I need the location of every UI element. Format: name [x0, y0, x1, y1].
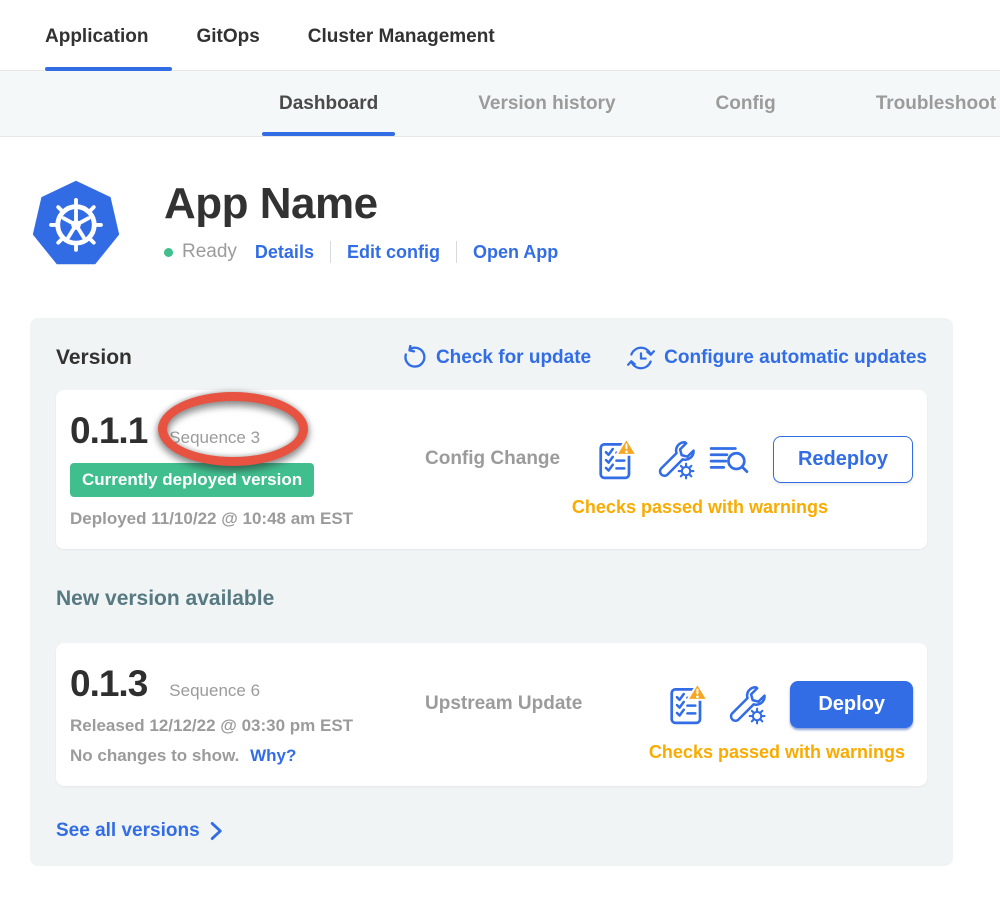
preflight-checklist-warning-icon[interactable] — [668, 682, 710, 726]
details-link[interactable]: Details — [255, 242, 314, 263]
kubernetes-logo-icon — [28, 175, 124, 271]
chevron-right-icon — [210, 821, 223, 841]
release-type-label: Upstream Update — [425, 693, 582, 715]
app-status: Ready — [182, 241, 237, 263]
app-tab-bar: Dashboard Version history Config Trouble… — [0, 71, 1000, 137]
admin-console-page: Application GitOps Cluster Management Da… — [0, 0, 1000, 898]
tab-version-history[interactable]: Version history — [478, 71, 615, 136]
see-all-versions-link[interactable]: See all versions — [56, 820, 223, 842]
available-version-number: 0.1.3 — [70, 663, 147, 704]
configure-automatic-updates-link[interactable]: Configure automatic updates — [627, 344, 927, 372]
why-link[interactable]: Why? — [250, 746, 296, 765]
wrench-gear-icon[interactable] — [724, 683, 766, 725]
ready-status-dot-icon — [164, 248, 173, 257]
new-version-available-heading: New version available — [56, 587, 927, 611]
tab-troubleshoot[interactable]: Troubleshoot — [876, 71, 996, 136]
available-version-sequence: Sequence 6 — [169, 681, 260, 701]
redeploy-button[interactable]: Redeploy — [773, 436, 913, 483]
deployed-timestamp: Deployed 11/10/22 @ 10:48 am EST — [70, 509, 425, 529]
release-type-label: Config Change — [425, 448, 560, 470]
current-version-card: 0.1.1 Sequence 3 Currently deployed vers… — [56, 390, 927, 549]
version-section: Version Check for update — [30, 318, 953, 866]
currently-deployed-badge: Currently deployed version — [70, 463, 314, 497]
nav-application[interactable]: Application — [45, 26, 148, 70]
refresh-icon — [400, 345, 427, 372]
released-timestamp: Released 12/12/22 @ 03:30 pm EST — [70, 716, 425, 736]
available-version-card: 0.1.3 Sequence 6 Released 12/12/22 @ 03:… — [56, 643, 927, 786]
preflight-checks-status: Checks passed with warnings — [649, 742, 905, 763]
no-changes-text: No changes to show. — [70, 746, 239, 765]
tab-config[interactable]: Config — [716, 71, 776, 136]
nav-gitops[interactable]: GitOps — [196, 26, 259, 70]
check-for-update-link[interactable]: Check for update — [400, 345, 591, 372]
tab-dashboard[interactable]: Dashboard — [279, 71, 378, 136]
scheduled-update-clock-icon — [627, 344, 655, 372]
view-diff-magnifier-icon[interactable] — [709, 441, 749, 477]
preflight-checks-status: Checks passed with warnings — [572, 497, 828, 518]
primary-nav: Application GitOps Cluster Management — [0, 0, 1000, 71]
nav-cluster-management[interactable]: Cluster Management — [308, 26, 495, 70]
page-title: App Name — [164, 179, 558, 229]
preflight-checklist-warning-icon[interactable] — [597, 437, 639, 481]
app-header: App Name Ready Details Edit config Open … — [28, 175, 1000, 271]
deploy-button[interactable]: Deploy — [790, 681, 913, 728]
version-section-title: Version — [56, 346, 132, 370]
current-version-number: 0.1.1 — [70, 410, 147, 451]
divider — [330, 241, 331, 263]
divider — [456, 241, 457, 263]
current-version-sequence: Sequence 3 — [169, 428, 260, 448]
wrench-gear-icon[interactable] — [653, 438, 695, 480]
open-app-link[interactable]: Open App — [473, 242, 558, 263]
edit-config-link[interactable]: Edit config — [347, 242, 440, 263]
